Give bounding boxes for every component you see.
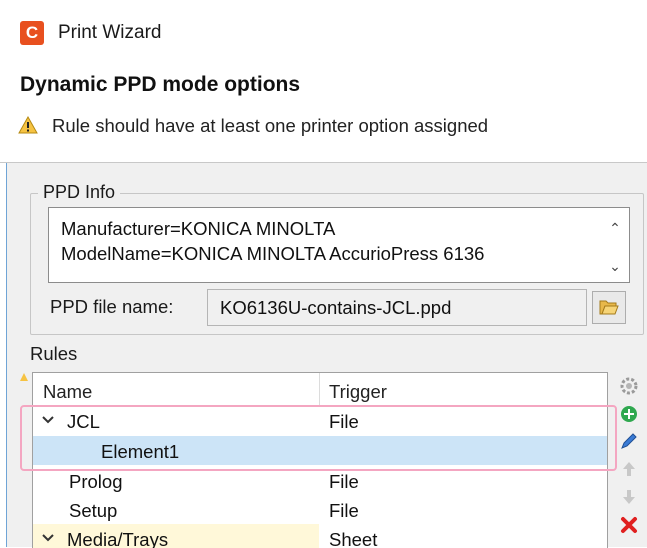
folder-open-icon [599,300,619,315]
edit-pencil-icon[interactable] [618,430,640,452]
ppd-file-value: KO6136U-contains-JCL.ppd [220,297,452,318]
warning-triangle-icon [18,116,38,134]
row-name: Media/Trays [67,529,169,548]
table-row-setup[interactable]: Setup File [33,495,607,524]
ppd-info-label: PPD Info [38,182,121,203]
row-trigger: Sheet [329,529,378,548]
row-name: Prolog [69,471,123,492]
column-divider[interactable] [319,373,320,405]
delete-icon[interactable] [618,514,640,536]
scroll-down-icon[interactable]: ⌄ [607,258,623,274]
chevron-down-icon[interactable] [41,533,55,543]
table-row-media-trays[interactable]: Media/Trays [33,524,319,548]
add-icon[interactable] [618,403,640,425]
table-row-jcl[interactable]: JCL File [33,406,607,435]
window-title: Print Wizard [58,22,162,43]
row-trigger: File [329,471,359,492]
model-name-line: ModelName=KONICA MINOLTA AccurioPress 61… [61,243,485,264]
page-title: Dynamic PPD mode options [20,73,301,96]
row-name: Setup [69,500,118,521]
row-trigger: File [329,500,359,521]
chevron-down-icon[interactable] [41,415,55,425]
browse-button[interactable] [592,291,626,324]
table-row-element1[interactable]: Element1 [33,436,607,465]
ppd-file-label: PPD file name: [50,296,174,317]
title-bar: C Print Wizard [0,0,647,60]
app-logo-icon: C [20,21,44,45]
row-trigger: File [329,411,359,432]
warning-message: Rule should have at least one printer op… [52,115,489,136]
column-header-trigger[interactable]: Trigger [329,381,387,403]
table-row-prolog[interactable]: Prolog File [33,466,607,495]
rules-warning-icon [20,373,28,381]
rules-table-header: Name Trigger [33,373,607,406]
rules-table: Name Trigger JCL File Element1 Prolog Fi… [32,372,608,548]
ppd-file-field[interactable]: KO6136U-contains-JCL.ppd [207,289,587,326]
scroll-up-icon[interactable]: ⌃ [607,220,623,236]
table-row-media-trays-trigger[interactable]: Sheet [319,524,607,548]
manufacturer-line: Manufacturer=KONICA MINOLTA [61,218,336,239]
settings-gear-icon[interactable] [618,375,640,397]
column-header-name[interactable]: Name [43,381,92,403]
row-name: Element1 [101,441,180,462]
rules-label: Rules [30,343,78,364]
move-up-icon[interactable] [618,458,640,480]
move-down-icon[interactable] [618,486,640,508]
ppd-info-textbox[interactable]: Manufacturer=KONICA MINOLTA ModelName=KO… [48,207,630,283]
rules-toolbar [618,372,642,547]
row-name: JCL [67,411,100,432]
